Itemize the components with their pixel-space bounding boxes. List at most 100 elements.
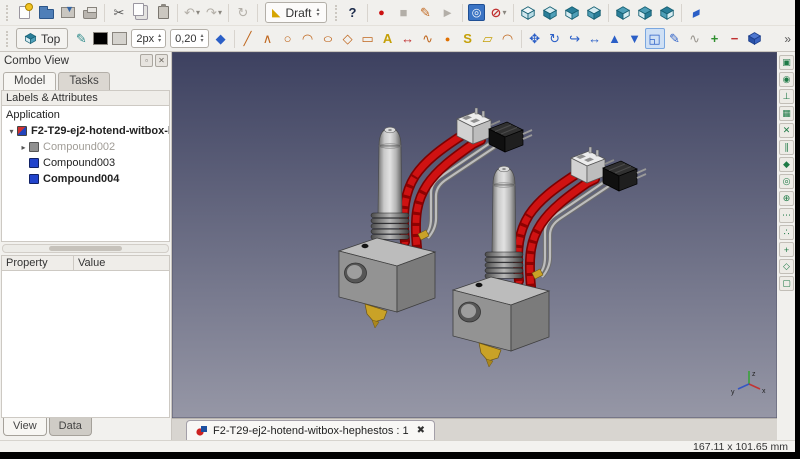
draft-offset-button[interactable]: ↪: [565, 28, 585, 49]
view-right-button[interactable]: [583, 2, 605, 23]
macro-record-button[interactable]: ●: [371, 2, 393, 23]
snap-extension-button[interactable]: +: [779, 242, 794, 257]
draft-point-button[interactable]: ●: [438, 28, 458, 49]
face-color-swatch[interactable]: [112, 32, 128, 45]
tree-item-document[interactable]: ▾ F2-T29-ej2-hotend-witbox-hephe: [2, 123, 169, 139]
property-column-header[interactable]: Property: [1, 255, 73, 271]
tree-root-application[interactable]: Application: [2, 107, 169, 123]
value-column-header[interactable]: Value: [73, 255, 170, 271]
tree-item-compound002[interactable]: ▸ Compound002: [2, 139, 169, 155]
new-file-button[interactable]: [13, 2, 35, 23]
refresh-button[interactable]: ↻: [232, 2, 254, 23]
draw-style-icon: ⊘: [490, 4, 502, 20]
paste-button[interactable]: [152, 2, 174, 23]
copy-button[interactable]: [130, 2, 152, 23]
snap-grid-button[interactable]: ▦: [779, 106, 794, 121]
draft-facebinder-button[interactable]: ▱: [478, 28, 498, 49]
draft-circle-button[interactable]: ○: [278, 28, 298, 49]
macro-edit-button[interactable]: ✎: [415, 2, 437, 23]
view-bottom-button[interactable]: [634, 2, 656, 23]
tree-item-compound004[interactable]: Compound004: [2, 171, 169, 187]
tab-data[interactable]: Data: [48, 418, 92, 436]
draft-arc-button[interactable]: ◠: [298, 28, 318, 49]
tab-view[interactable]: View: [3, 418, 47, 436]
tab-model[interactable]: Model: [3, 72, 57, 90]
draft-rectangle-button[interactable]: ▭: [358, 28, 378, 49]
document-tab[interactable]: F2-T29-ej2-hotend-witbox-hephestos : 1 ✖: [186, 420, 436, 440]
draft-rotate-button[interactable]: ↻: [545, 28, 565, 49]
draft-trimex-button[interactable]: ↔: [585, 28, 605, 49]
combo-view-titlebar[interactable]: Combo View ▫ ✕: [0, 52, 171, 69]
3d-viewport[interactable]: z x y: [172, 52, 777, 418]
snap-special-button[interactable]: ◆: [779, 157, 794, 172]
draft-ellipse-button[interactable]: ○: [318, 28, 338, 49]
snap-parallel-button[interactable]: ∥: [779, 140, 794, 155]
open-file-button[interactable]: [35, 2, 57, 23]
draft-wire-button[interactable]: ∧: [258, 28, 278, 49]
panel-float-button[interactable]: ▫: [140, 54, 153, 67]
line-width-spinbox[interactable]: 2px ▴ ▾: [131, 29, 167, 48]
draft-wire2bspline-button[interactable]: ∿: [685, 28, 705, 49]
print-button[interactable]: [79, 2, 101, 23]
workbench-selector[interactable]: ◣ Draft ▴ ▾: [265, 2, 327, 23]
draft-upgrade-button[interactable]: ▲: [605, 28, 625, 49]
line-color-swatch[interactable]: [93, 32, 109, 45]
toolbar-overflow-button[interactable]: »: [784, 32, 791, 46]
view-axonometric-button[interactable]: [517, 2, 539, 23]
snap-center-button[interactable]: ◎: [779, 174, 794, 189]
view-left-button[interactable]: [656, 2, 678, 23]
draft-edit-button[interactable]: ✎: [665, 28, 685, 49]
view-front-button[interactable]: [539, 2, 561, 23]
draft-move-button[interactable]: ✥: [525, 28, 545, 49]
draw-style-button[interactable]: ⊘ ▾: [488, 2, 510, 23]
fit-all-button[interactable]: ◎: [466, 2, 488, 23]
draft-downgrade-button[interactable]: ▼: [625, 28, 645, 49]
snap-dimensions-button[interactable]: ⋯: [779, 208, 794, 223]
tab-tasks[interactable]: Tasks: [58, 72, 110, 90]
draft-polygon-button[interactable]: ◇: [338, 28, 358, 49]
toolbar-handle[interactable]: [6, 4, 9, 21]
save-button[interactable]: [57, 2, 79, 23]
draft-addpoint-button[interactable]: +: [705, 28, 725, 49]
working-plane-button[interactable]: Top: [16, 28, 69, 49]
undo-button[interactable]: ↶ ▾: [181, 2, 203, 23]
snap-lock-button[interactable]: ▣: [779, 55, 794, 70]
cut-button[interactable]: ✂: [108, 2, 130, 23]
autogroup-button[interactable]: ◆: [211, 28, 231, 49]
draft-bezier-button[interactable]: ◠: [498, 28, 518, 49]
property-table-body[interactable]: [1, 271, 170, 418]
draft-delpoint-button[interactable]: −: [725, 28, 745, 49]
draft-dimension-button[interactable]: ↔: [398, 28, 418, 49]
snap-near-button[interactable]: ∴: [779, 225, 794, 240]
tree-horizontal-scrollbar[interactable]: [2, 244, 169, 253]
draft-shapestring-button[interactable]: S: [458, 28, 478, 49]
panel-close-button[interactable]: ✕: [155, 54, 168, 67]
snap-intersection-button[interactable]: ✕: [779, 123, 794, 138]
select-plane-button[interactable]: ✎: [71, 28, 91, 49]
document-tab-close-button[interactable]: ✖: [417, 425, 425, 436]
global-scale-spinbox[interactable]: 0,20 ▴ ▾: [170, 29, 209, 48]
view-rear-button[interactable]: [612, 2, 634, 23]
draft-scale-button[interactable]: ◱: [644, 28, 665, 49]
snap-ortho-button[interactable]: ⊕: [779, 191, 794, 206]
draft-text-button[interactable]: A: [378, 28, 398, 49]
draft-line-button[interactable]: ╱: [238, 28, 258, 49]
whats-this-button[interactable]: ?: [342, 2, 364, 23]
view-top-button[interactable]: [561, 2, 583, 23]
expand-arrow-icon[interactable]: ▾: [6, 127, 17, 136]
toolbar-handle[interactable]: [6, 30, 9, 47]
tree-item-compound003[interactable]: Compound003: [2, 155, 169, 171]
eraser-button[interactable]: ▰: [685, 2, 707, 23]
snap-angle-button[interactable]: ◇: [779, 259, 794, 274]
snap-workingplane-button[interactable]: ▢: [779, 276, 794, 291]
scrollbar-thumb[interactable]: [49, 246, 122, 251]
toolbar-handle[interactable]: [334, 4, 338, 21]
collapse-arrow-icon[interactable]: ▸: [18, 143, 29, 152]
macro-stop-button[interactable]: ■: [393, 2, 415, 23]
snap-perpendicular-button[interactable]: ⊥: [779, 89, 794, 104]
redo-button[interactable]: ↷ ▾: [203, 2, 225, 23]
macro-play-button[interactable]: ►: [437, 2, 459, 23]
draft-shape2dview-button[interactable]: [745, 28, 765, 49]
draft-bspline-button[interactable]: ∿: [418, 28, 438, 49]
snap-endpoint-button[interactable]: ◉: [779, 72, 794, 87]
